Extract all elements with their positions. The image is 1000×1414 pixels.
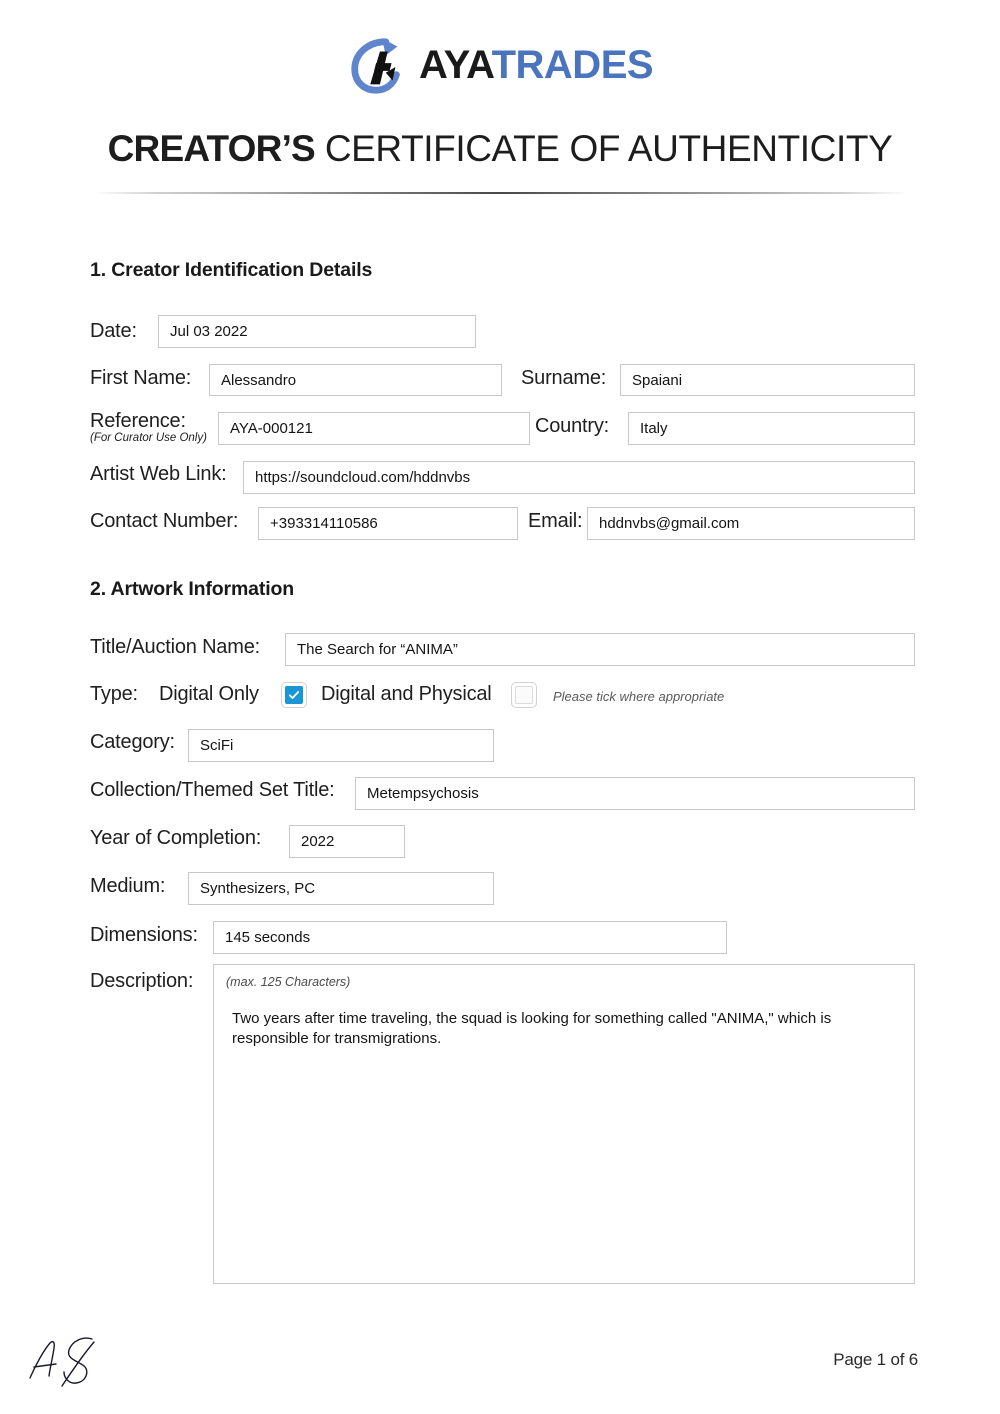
artist-web-link-label: Artist Web Link: xyxy=(90,463,227,485)
year-of-completion-field[interactable]: 2022 xyxy=(289,825,405,858)
contact-number-label: Contact Number: xyxy=(90,510,239,532)
page-title-bold: CREATOR’S xyxy=(107,128,316,169)
dimensions-field[interactable]: 145 seconds xyxy=(213,921,727,954)
type-option-digital-physical-label: Digital and Physical xyxy=(321,683,492,705)
description-value: Two years after time traveling, the squa… xyxy=(232,1010,832,1048)
category-label: Category: xyxy=(90,731,175,753)
first-name-label: First Name: xyxy=(90,367,192,389)
date-label: Date: xyxy=(90,320,137,342)
brand-wordmark: AYATRADES xyxy=(418,43,654,87)
reference-label: Reference: xyxy=(90,410,186,432)
date-field[interactable]: Jul 03 2022 xyxy=(158,315,476,348)
type-hint-text: Please tick where appropriate xyxy=(553,689,725,704)
country-label: Country: xyxy=(535,415,609,437)
collection-title-label: Collection/Themed Set Title: xyxy=(90,779,335,801)
email-field[interactable]: hddnvbs@gmail.com xyxy=(587,507,915,540)
brand-name-secondary: TRADES xyxy=(491,43,654,87)
type-digital-and-physical-checkbox[interactable] xyxy=(511,682,537,708)
description-textarea[interactable]: (max. 125 Characters) Two years after ti… xyxy=(213,964,915,1284)
header-divider xyxy=(92,192,908,194)
section-1-heading: 1. Creator Identification Details xyxy=(90,259,373,281)
page-title: CREATOR’S CERTIFICATE OF AUTHENTICITY xyxy=(0,128,1000,170)
ayatrades-arrow-logo-icon xyxy=(347,34,409,96)
year-of-completion-label: Year of Completion: xyxy=(90,827,262,849)
brand-name-primary: AYA xyxy=(418,43,492,87)
artist-web-link-field[interactable]: https://soundcloud.com/hddnvbs xyxy=(243,461,915,494)
reference-field[interactable]: AYA-000121 xyxy=(218,412,530,445)
section-2-heading: 2. Artwork Information xyxy=(90,578,294,600)
type-option-digital-only-label: Digital Only xyxy=(159,683,259,705)
surname-label: Surname: xyxy=(521,367,607,389)
medium-label: Medium: xyxy=(90,875,166,897)
page-title-light: CERTIFICATE OF AUTHENTICITY xyxy=(324,128,893,169)
type-label: Type: xyxy=(90,683,138,705)
contact-number-field[interactable]: +393314110586 xyxy=(258,507,518,540)
medium-field[interactable]: Synthesizers, PC xyxy=(188,872,494,905)
description-label: Description: xyxy=(90,970,194,992)
page-indicator: Page 1 of 6 xyxy=(833,1350,918,1369)
title-auction-name-field[interactable]: The Search for “ANIMA” xyxy=(285,633,915,666)
dimensions-label: Dimensions: xyxy=(90,924,198,946)
checkbox-inner xyxy=(285,686,303,704)
reference-sub-label: (For Curator Use Only) xyxy=(90,432,207,444)
description-hint: (max. 125 Characters) xyxy=(226,975,351,989)
country-field[interactable]: Italy xyxy=(628,412,915,445)
brand-logo: AYATRADES xyxy=(0,34,1000,96)
first-name-field[interactable]: Alessandro xyxy=(209,364,502,396)
title-auction-name-label: Title/Auction Name: xyxy=(90,636,260,658)
type-digital-only-checkbox[interactable] xyxy=(281,682,307,708)
surname-field[interactable]: Spaiani xyxy=(620,364,915,396)
category-field[interactable]: SciFi xyxy=(188,729,494,762)
collection-title-field[interactable]: Metempsychosis xyxy=(355,777,915,810)
checkbox-inner xyxy=(515,686,533,704)
email-label: Email: xyxy=(528,510,583,532)
handwritten-signature-icon xyxy=(26,1330,126,1392)
